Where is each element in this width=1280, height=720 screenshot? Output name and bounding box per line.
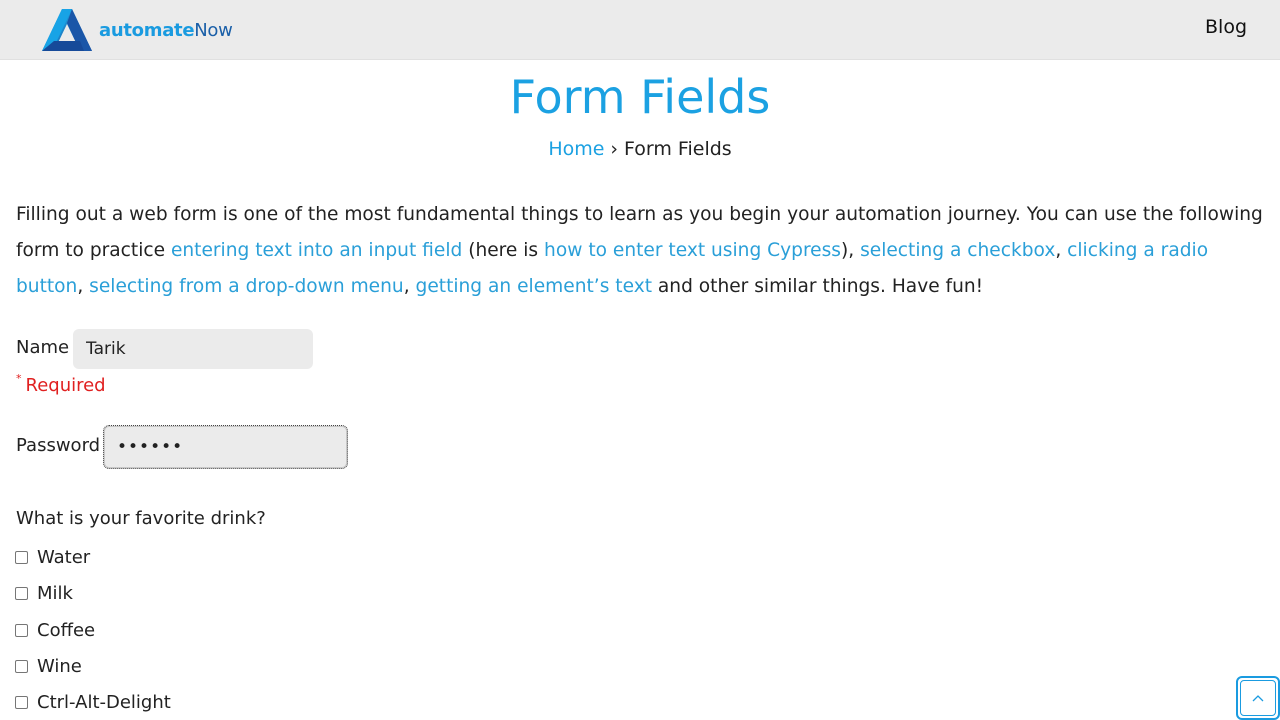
password-label: Password bbox=[16, 435, 101, 456]
link-element-text[interactable]: getting an element’s text bbox=[416, 276, 652, 297]
drink-option-wine[interactable]: Wine bbox=[15, 656, 82, 677]
chevron-up-icon bbox=[1240, 680, 1276, 716]
wine-checkbox[interactable] bbox=[15, 660, 28, 673]
password-input[interactable] bbox=[103, 425, 348, 469]
nav-blog-link[interactable]: Blog bbox=[1205, 16, 1247, 38]
ctrl-alt-delight-checkbox[interactable] bbox=[15, 696, 28, 709]
site-header: automateNow Blog bbox=[0, 0, 1280, 60]
ctrl-alt-delight-label: Ctrl-Alt-Delight bbox=[37, 692, 171, 713]
milk-label: Milk bbox=[37, 583, 73, 604]
drink-option-ctrl-alt-delight[interactable]: Ctrl-Alt-Delight bbox=[15, 692, 171, 713]
wine-label: Wine bbox=[37, 656, 82, 677]
name-label: Name bbox=[16, 337, 70, 358]
breadcrumb: Home › Form Fields bbox=[0, 138, 1280, 160]
intro-text: ), bbox=[841, 240, 861, 261]
link-entering-text[interactable]: entering text into an input field bbox=[171, 240, 462, 261]
intro-text: and other similar things. Have fun! bbox=[651, 276, 984, 297]
site-logo[interactable]: automateNow bbox=[42, 9, 233, 51]
required-text: Required bbox=[25, 375, 106, 396]
intro-paragraph: Filling out a web form is one of the mos… bbox=[16, 197, 1266, 305]
logo-text: automateNow bbox=[99, 19, 233, 41]
automatenow-logo-icon bbox=[42, 9, 92, 51]
intro-text: , bbox=[77, 276, 90, 297]
milk-checkbox[interactable] bbox=[15, 587, 28, 600]
intro-text: , bbox=[403, 276, 416, 297]
breadcrumb-home-link[interactable]: Home bbox=[548, 138, 604, 160]
scroll-to-top-button[interactable] bbox=[1236, 676, 1280, 720]
drink-question: What is your favorite drink? bbox=[16, 508, 266, 529]
link-selecting-checkbox[interactable]: selecting a checkbox bbox=[860, 240, 1055, 261]
link-cypress-text[interactable]: how to enter text using Cypress bbox=[544, 240, 841, 261]
breadcrumb-separator: › bbox=[610, 138, 619, 160]
required-asterisk: * bbox=[16, 372, 22, 385]
water-checkbox[interactable] bbox=[15, 551, 28, 564]
coffee-checkbox[interactable] bbox=[15, 624, 28, 637]
drink-option-milk[interactable]: Milk bbox=[15, 583, 73, 604]
drink-option-coffee[interactable]: Coffee bbox=[15, 620, 95, 641]
required-message: * Required bbox=[16, 372, 106, 396]
drink-option-water[interactable]: Water bbox=[15, 547, 90, 568]
intro-text: (here is bbox=[462, 240, 545, 261]
name-input[interactable] bbox=[73, 329, 313, 369]
link-dropdown[interactable]: selecting from a drop-down menu bbox=[89, 276, 404, 297]
water-label: Water bbox=[37, 547, 91, 568]
intro-text: , bbox=[1055, 240, 1068, 261]
page-title: Form Fields bbox=[509, 70, 771, 124]
coffee-label: Coffee bbox=[37, 620, 96, 641]
breadcrumb-current: Form Fields bbox=[624, 138, 732, 160]
